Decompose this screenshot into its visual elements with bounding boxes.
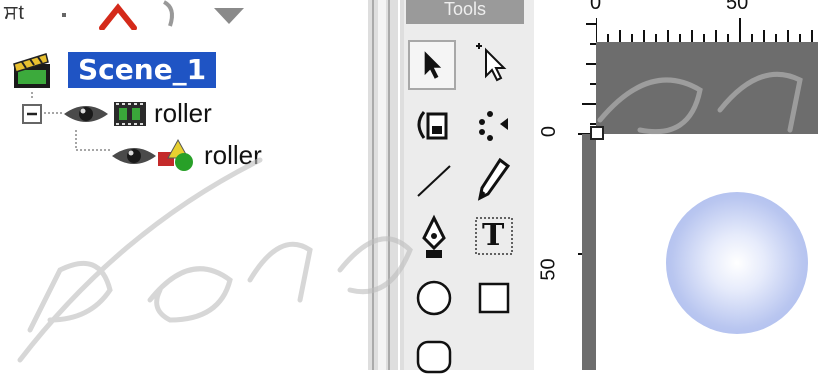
lasso-icon bbox=[479, 111, 508, 141]
shapes-icon bbox=[156, 138, 200, 177]
arrow-icon bbox=[424, 51, 442, 79]
vertical-ruler-label: 0 bbox=[538, 125, 561, 138]
stage-workarea-edge bbox=[582, 134, 596, 370]
tree-layer-row[interactable]: roller bbox=[22, 98, 322, 130]
horizontal-ruler-ticks bbox=[596, 18, 813, 42]
horizontal-ruler-label: 0 bbox=[590, 0, 602, 14]
subselect-icon bbox=[476, 43, 507, 82]
rounded-rectangle-tool-button[interactable] bbox=[410, 330, 458, 380]
eye-icon[interactable] bbox=[62, 100, 110, 133]
pencil-tool-button[interactable] bbox=[470, 154, 518, 204]
layer-label[interactable]: roller bbox=[154, 98, 212, 128]
vertical-ruler-label: 50 bbox=[537, 258, 560, 281]
oval-icon bbox=[416, 280, 452, 316]
pencil-icon bbox=[477, 157, 511, 201]
splitter-highlight bbox=[378, 0, 386, 370]
tree-symbol-row[interactable]: roller bbox=[110, 138, 330, 172]
pen-icon bbox=[422, 214, 446, 258]
stage-workarea-band bbox=[596, 42, 818, 134]
panel-splitter[interactable] bbox=[368, 0, 404, 370]
splitter-line bbox=[372, 0, 374, 370]
rounded-rectangle-icon bbox=[416, 340, 452, 374]
text-tool-glyph: T bbox=[482, 218, 505, 253]
tools-panel: Tools T bbox=[404, 0, 534, 374]
gradient-circle-shape[interactable] bbox=[666, 192, 808, 334]
layer-tree-panel: ਸt Scene_1 roller roller bbox=[0, 0, 368, 370]
collapse-icon[interactable] bbox=[22, 104, 42, 129]
line-icon bbox=[417, 165, 451, 197]
splitter-line bbox=[398, 0, 400, 370]
free-transform-icon bbox=[417, 111, 448, 140]
layer-label[interactable]: roller bbox=[204, 140, 262, 170]
eye-icon[interactable] bbox=[110, 142, 158, 175]
arrow-tool-button[interactable] bbox=[408, 40, 456, 90]
tree-connector-lines bbox=[31, 92, 112, 151]
splitter-line bbox=[388, 0, 390, 370]
text-tool-button[interactable]: T bbox=[472, 212, 520, 262]
lasso-tool-button[interactable] bbox=[470, 100, 518, 150]
free-transform-tool-button[interactable] bbox=[410, 100, 458, 150]
horizontal-ruler: 0 50 bbox=[590, 0, 818, 42]
rectangle-icon bbox=[478, 282, 510, 314]
horizontal-ruler-label: 50 bbox=[726, 0, 749, 14]
subselect-tool-button[interactable] bbox=[468, 40, 516, 90]
rectangle-tool-button[interactable] bbox=[470, 272, 518, 322]
pen-tool-button[interactable] bbox=[412, 212, 460, 262]
oval-tool-button[interactable] bbox=[410, 272, 458, 322]
tools-header: Tools bbox=[406, 0, 524, 24]
line-tool-button[interactable] bbox=[412, 154, 460, 204]
stage-origin-handle[interactable] bbox=[590, 126, 604, 140]
film-strip-icon bbox=[112, 100, 148, 133]
